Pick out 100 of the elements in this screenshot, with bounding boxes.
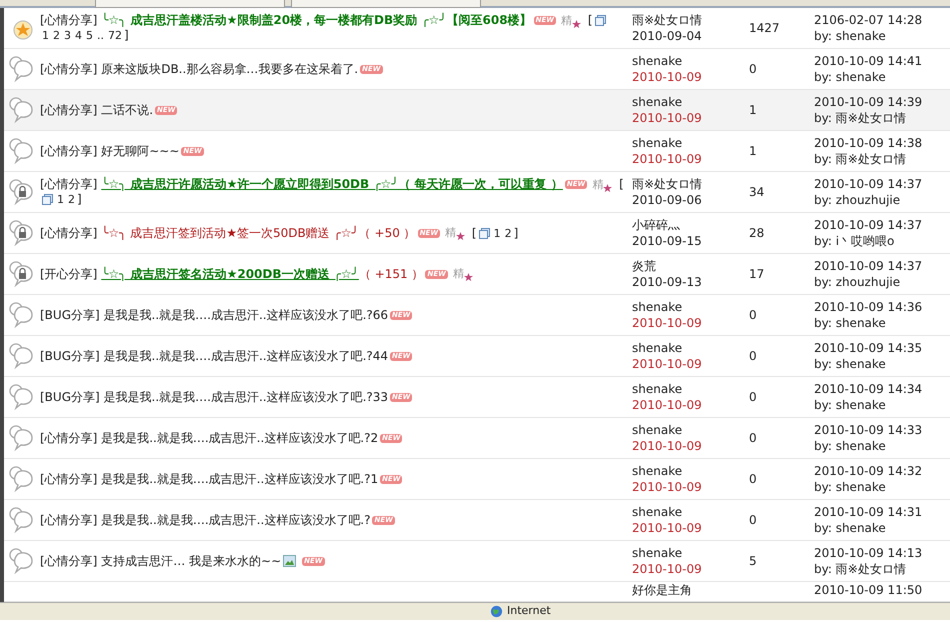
author-name[interactable]: shenake: [632, 299, 749, 315]
topic-link[interactable]: 是我是我..就是我….成吉思汗..这样应该没水了吧.?33: [104, 390, 388, 404]
topic-link[interactable]: 是我是我..就是我….成吉思汗..这样应该没水了吧.?2: [101, 430, 378, 444]
author-name[interactable]: shenake: [632, 504, 749, 520]
last-post-time: 2010-10-09 14:37: [814, 258, 924, 274]
category-link[interactable]: [心情分享]: [40, 512, 98, 526]
last-poster[interactable]: by: 雨※处女ロ情: [814, 561, 950, 577]
last-poster[interactable]: by: 雨※处女ロ情: [814, 151, 950, 167]
page-link[interactable]: 72: [108, 29, 122, 42]
last-post-time: 2010-10-09 14:37: [814, 176, 924, 192]
author-name[interactable]: 雨※处女ロ情: [632, 12, 749, 28]
author-name[interactable]: shenake: [632, 94, 749, 110]
topic-link[interactable]: 是我是我..就是我….成吉思汗..这样应该没水了吧.?: [101, 512, 370, 526]
page-link[interactable]: 1: [57, 193, 64, 206]
last-poster[interactable]: by: shenake: [814, 397, 950, 413]
last-post-time: 2010-10-09 14:13: [814, 545, 924, 561]
category-link[interactable]: [心情分享]: [40, 13, 98, 27]
category-link[interactable]: [心情分享]: [40, 226, 98, 240]
last-post-time: 2010-10-09 14:32: [814, 463, 924, 479]
reply-count: 17: [749, 267, 764, 281]
pages-icon: [592, 13, 608, 27]
category-link[interactable]: [心情分享]: [40, 177, 98, 191]
author-name[interactable]: shenake: [632, 463, 749, 479]
author-name[interactable]: shenake: [632, 340, 749, 356]
post-date: 2010-09-04: [632, 28, 703, 44]
topic-link[interactable]: 原来这版块DB..那么容易拿…我要多在这呆着了.: [101, 62, 358, 76]
last-post-time: 2010-10-09 14:33: [814, 422, 924, 438]
category-link[interactable]: [心情分享]: [40, 554, 98, 568]
category-link[interactable]: [心情分享]: [40, 144, 98, 158]
reply-count: 1: [749, 144, 757, 158]
topic-link[interactable]: 支持成吉思汗… 我是来水水的~~: [101, 554, 282, 568]
post-date: 2010-10-09: [632, 110, 703, 126]
post-date: 2010-10-09: [632, 479, 703, 495]
author-name[interactable]: shenake: [632, 545, 749, 561]
page-link[interactable]: 2: [504, 226, 512, 240]
last-poster[interactable]: by: zhouzhujie: [814, 274, 950, 290]
security-zone-label: Internet: [507, 603, 551, 620]
page-link[interactable]: 5: [86, 29, 93, 42]
author-name[interactable]: shenake: [632, 53, 749, 69]
page-link[interactable]: 1: [42, 29, 49, 42]
category-link[interactable]: [心情分享]: [40, 430, 98, 444]
topic-link[interactable]: 好无聊阿~~~: [101, 144, 180, 158]
last-poster[interactable]: by: i丶哎哟喂o: [814, 233, 950, 249]
last-post-time: 2010-10-09 11:50: [814, 582, 924, 598]
globe-icon: [490, 605, 503, 618]
bracket-text: ]: [77, 192, 82, 206]
topic-link[interactable]: 是我是我..就是我….成吉思汗..这样应该没水了吧.?44: [104, 348, 388, 362]
last-poster[interactable]: by: zhouzhujie: [814, 192, 950, 208]
author-name[interactable]: 雨※处女ロ情: [632, 176, 749, 192]
reply-count: 1: [749, 103, 757, 117]
page-link[interactable]: 3: [64, 29, 71, 42]
page-link[interactable]: 2: [68, 193, 75, 206]
reply-count: 28: [749, 226, 764, 240]
category-link[interactable]: [心情分享]: [40, 472, 98, 486]
topic-link[interactable]: ╰☆╮ 成吉思汗签到活动★签一次50DB赠送 ╭☆╯（ +50 ）: [101, 226, 416, 240]
topic-link[interactable]: （ +151 ）: [358, 266, 424, 280]
digest-badge: 精: [592, 178, 612, 192]
page-link[interactable]: 2: [53, 29, 60, 42]
last-poster[interactable]: by: shenake: [814, 438, 950, 454]
category-link[interactable]: [心情分享]: [40, 102, 98, 116]
last-post-time: 2106-02-07 14:28: [814, 12, 924, 28]
category-link[interactable]: [心情分享]: [40, 62, 98, 76]
category-link[interactable]: [BUG分享]: [40, 348, 100, 362]
page-link[interactable]: 4: [75, 29, 82, 42]
topic-link[interactable]: ╰☆╮ 成吉思汗盖楼活动★限制盖20楼，每一楼都有DB奖励 ╭☆╯: [101, 13, 447, 27]
topic-link[interactable]: ╰☆╮ 成吉思汗签名活动★200DB一次赠送 ╭☆╯: [101, 266, 359, 280]
last-post-time: 2010-10-09 14:41: [814, 53, 924, 69]
category-link[interactable]: [开心分享]: [40, 266, 98, 280]
category-link[interactable]: [BUG分享]: [40, 308, 100, 322]
last-post-time: 2010-10-09 14:39: [814, 94, 924, 110]
last-poster[interactable]: by: shenake: [814, 520, 950, 536]
author-name[interactable]: shenake: [632, 135, 749, 151]
browser-tab[interactable]: [291, 0, 481, 8]
post-date: 2010-10-09: [632, 520, 703, 536]
page-link[interactable]: ..: [97, 29, 104, 42]
topic-link[interactable]: 是我是我..就是我….成吉思汗..这样应该没水了吧.?1: [101, 472, 378, 486]
browser-tab[interactable]: [95, 0, 285, 8]
author-name[interactable]: shenake: [632, 381, 749, 397]
topic-link[interactable]: 是我是我..就是我….成吉思汗..这样应该没水了吧.?66: [104, 308, 388, 322]
topic-link[interactable]: 二话不说.: [101, 102, 154, 116]
page-link[interactable]: 1: [494, 226, 501, 240]
last-poster[interactable]: by: shenake: [814, 28, 950, 44]
digest-badge: 精: [445, 226, 466, 240]
author-name[interactable]: 小碎碎灬: [632, 217, 749, 233]
topic-link[interactable]: ╰☆╮ 成吉思汗许愿活动★许一个愿立即得到50DB ╭☆╯（ 每天许愿一次，可以重复 ）: [101, 177, 563, 191]
last-poster[interactable]: by: shenake: [814, 69, 950, 85]
reply-count: 1427: [749, 21, 780, 35]
last-poster[interactable]: by: shenake: [814, 479, 950, 495]
last-poster[interactable]: by: shenake: [814, 315, 950, 331]
last-post-time: 2010-10-09 14:35: [814, 340, 924, 356]
bracket-text: ]: [514, 226, 518, 240]
last-poster[interactable]: by: shenake: [814, 356, 950, 372]
category-link[interactable]: [BUG分享]: [40, 390, 100, 404]
author-name[interactable]: 好你是主角: [632, 582, 749, 598]
author-name[interactable]: shenake: [632, 422, 749, 438]
last-poster[interactable]: by: 雨※处女ロ情: [814, 110, 950, 126]
author-name[interactable]: 炎荒: [632, 258, 749, 274]
last-post-time: 2010-10-09 14:36: [814, 299, 924, 315]
bracket-text: [: [619, 177, 624, 191]
topic-link[interactable]: 【阅至608楼】: [446, 13, 532, 27]
